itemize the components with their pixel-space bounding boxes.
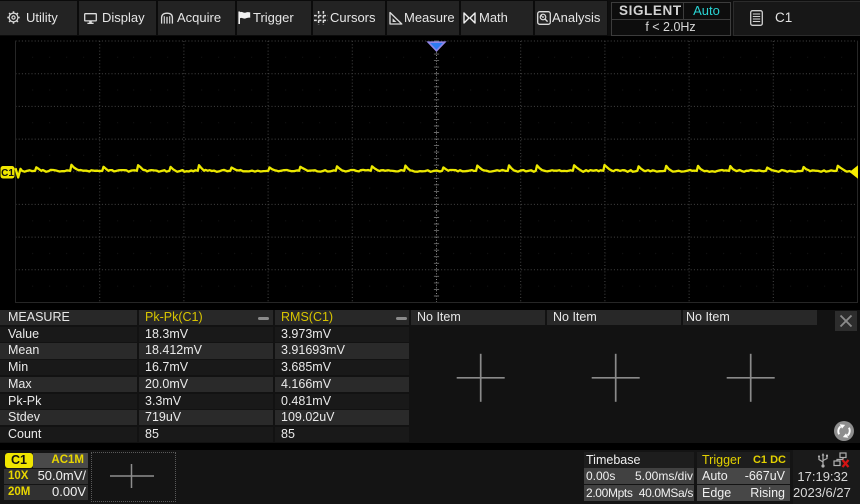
svg-text:C1: C1 <box>1 168 14 179</box>
